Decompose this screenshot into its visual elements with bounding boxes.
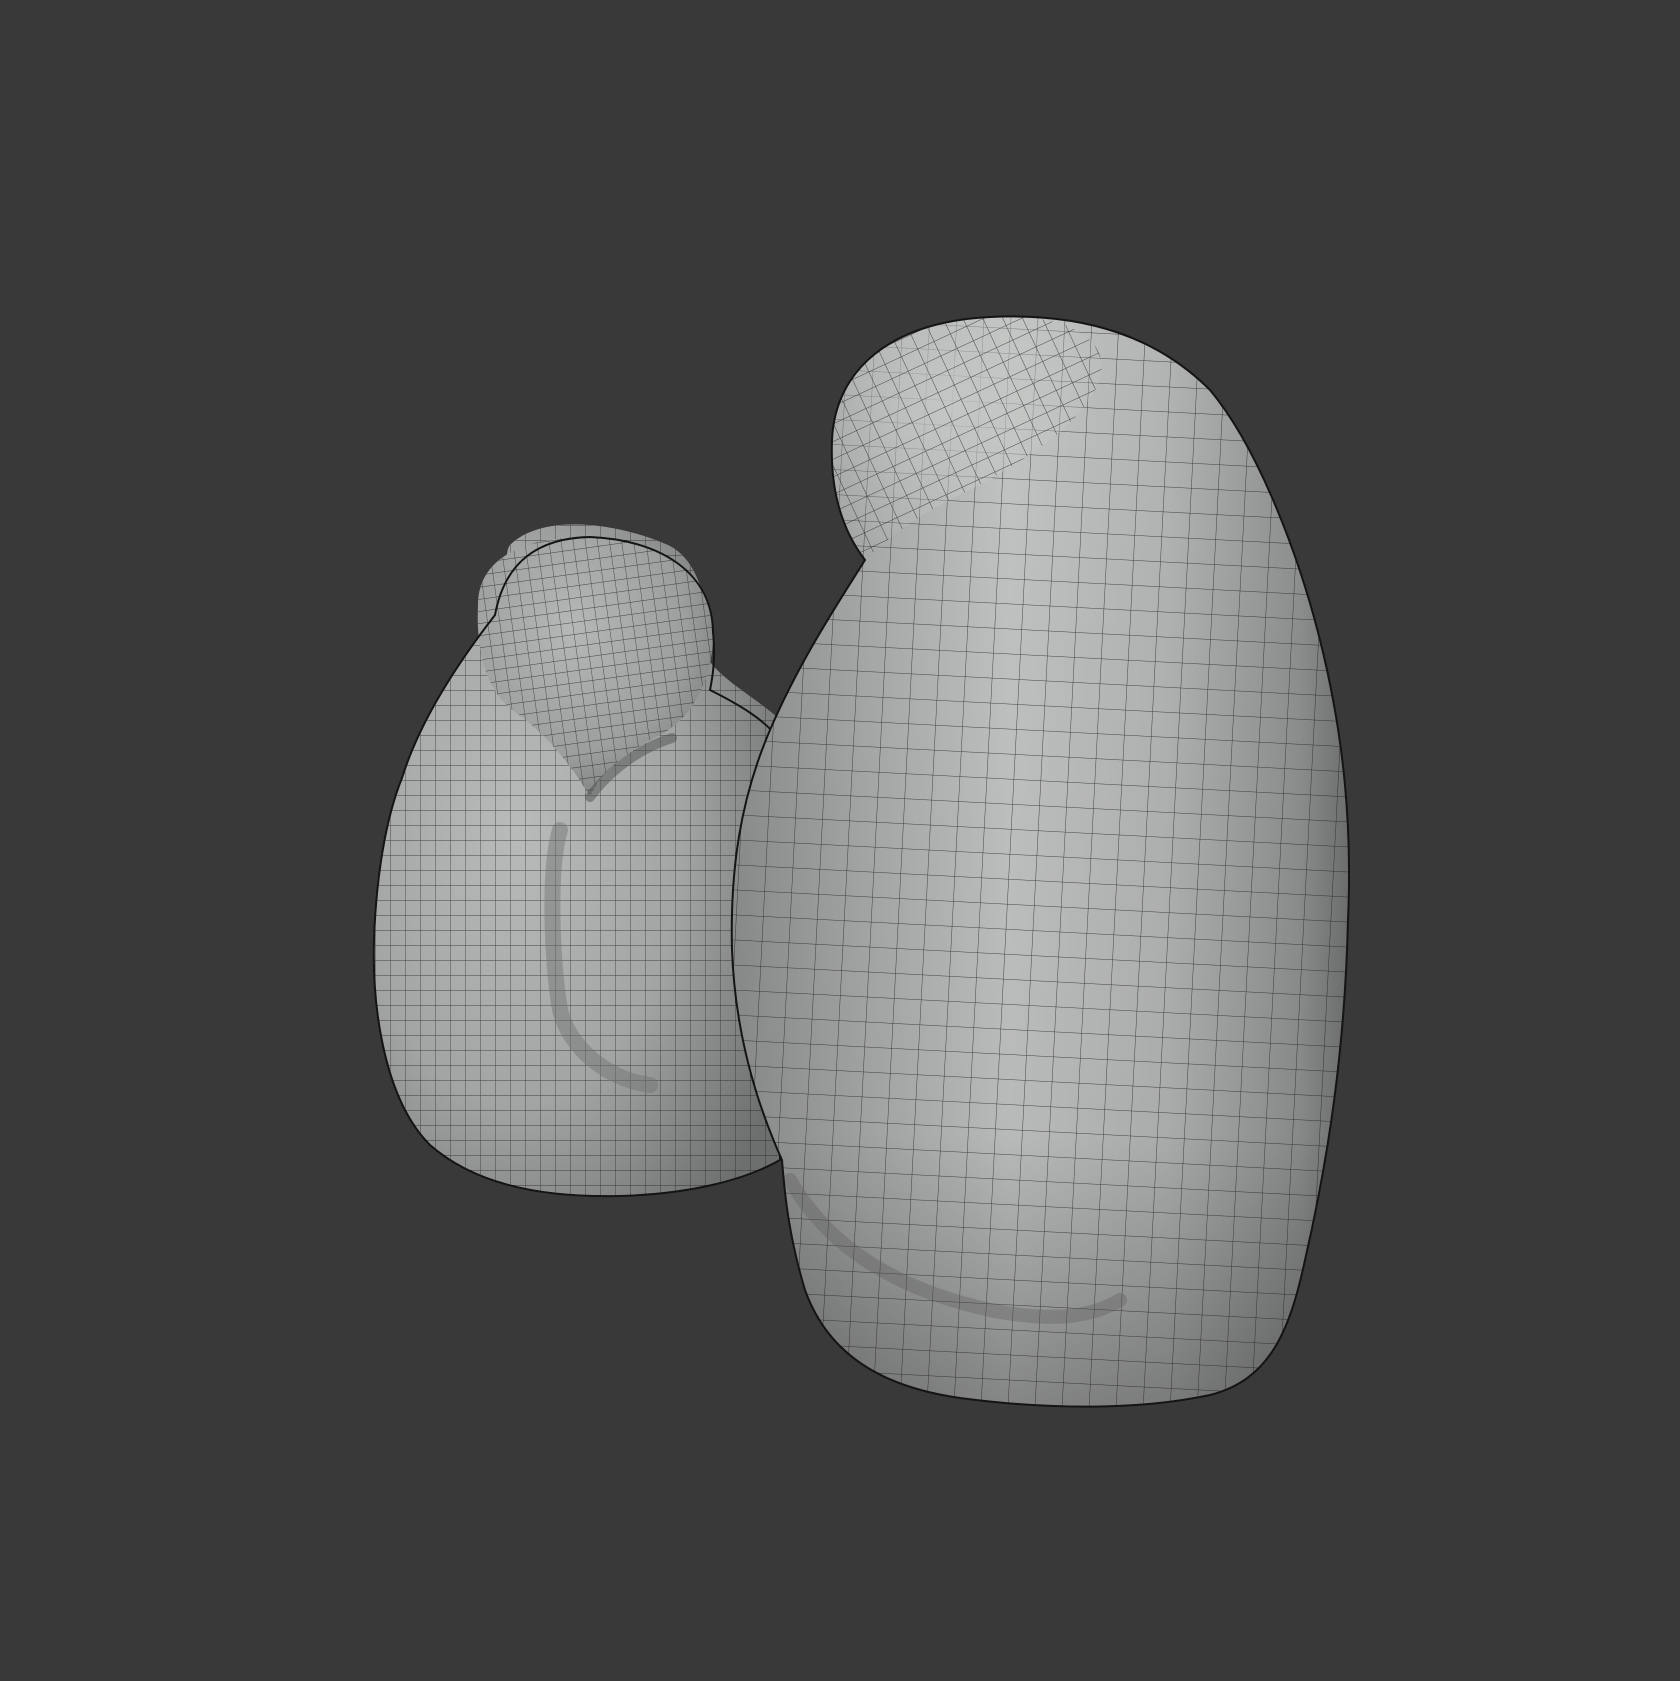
small-blob[interactable] — [360, 520, 800, 1210]
large-blob[interactable] — [720, 300, 1370, 1420]
large-blob-wireframe — [731, 316, 1350, 1407]
3d-viewport[interactable] — [0, 0, 1680, 1681]
viewport-scene[interactable] — [0, 0, 1680, 1681]
